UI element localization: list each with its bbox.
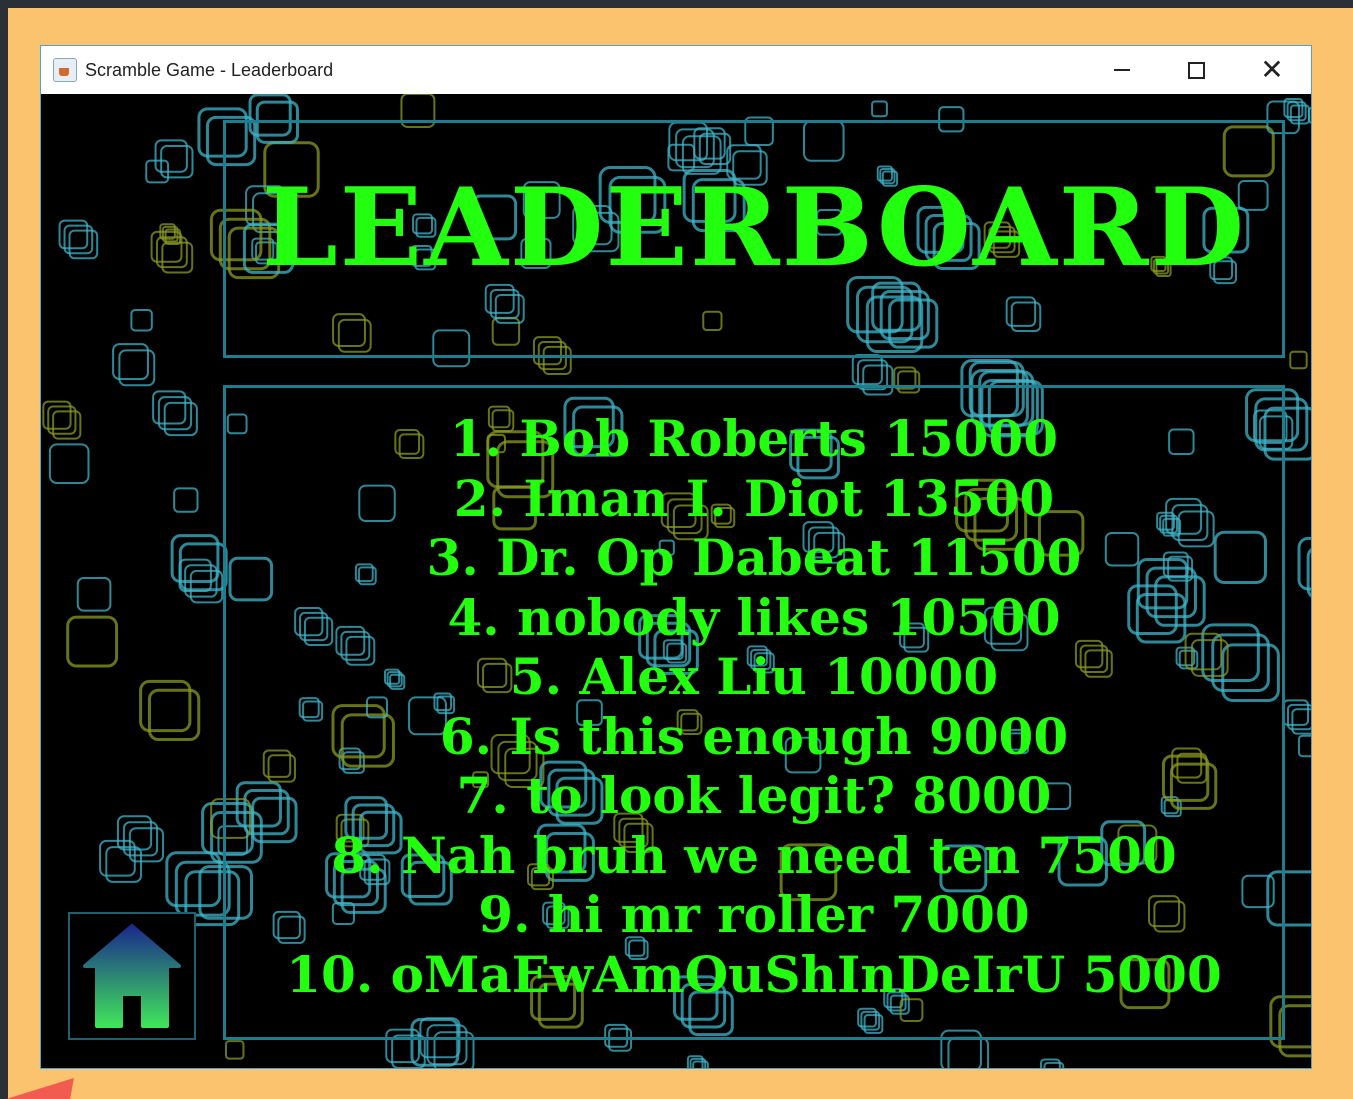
leaderboard-entry: 6. Is this enough 9000 [439,706,1069,766]
leaderboard-entry: 3. Dr. Op Dabeat 11500 [426,528,1082,587]
leaderboard-entry: 9. hi mr roller 7000 [478,885,1030,944]
decorative-square [165,851,222,908]
decorative-square [118,349,156,387]
close-button[interactable]: ✕ [1235,46,1309,94]
leaderboard-entry: 8. Nah bruh we need ten 7500 [331,825,1177,885]
decorative-square [130,309,153,332]
house-icon [83,924,181,1028]
window-title: Scramble Game - Leaderboard [85,59,334,80]
app-window: Scramble Game - Leaderboard ✕ LEADERBOAR… [40,45,1312,1069]
decorative-square [871,100,888,118]
leaderboard-entry: 1. Bob Roberts 15000 [449,409,1059,468]
decorative-square [947,1036,990,1068]
leaderboard-list: 1. Bob Roberts 15000 2. Iman I. Diot 135… [223,409,1285,1004]
decorative-square [1297,734,1311,758]
leaderboard-entry: 7. to look legit? 8000 [456,766,1052,825]
close-icon: ✕ [1260,53,1284,86]
minimize-icon [1114,69,1130,71]
decorative-square [112,343,149,380]
decorative-corner [6,1078,74,1099]
decorative-square [224,1040,245,1060]
decorative-square [76,577,112,612]
home-button[interactable] [68,912,196,1040]
decorative-square [1306,548,1311,598]
decorative-square [1289,350,1308,370]
leaderboard-entry: 5. Alex Liu 10000 [509,647,999,706]
leaderboard-entry: 10. oMaEwAmOuShInDeIrU 5000 [286,944,1222,1004]
maximize-icon [1187,61,1205,79]
minimize-button[interactable] [1085,46,1159,94]
decorative-square [66,615,119,668]
leaderboard-entry: 4. nobody likes 10500 [447,587,1061,647]
page-title: LEADERBOARD [261,165,1247,291]
title-bar[interactable]: Scramble Game - Leaderboard ✕ [41,46,1311,94]
leaderboard-entry: 2. Iman I. Diot 13500 [453,468,1055,528]
maximize-button[interactable] [1159,46,1233,94]
decorative-square [173,487,199,513]
java-app-icon [53,58,77,82]
decorative-square [48,443,90,485]
game-canvas: LEADERBOARD 1. Bob Roberts 15000 2. Iman… [41,94,1311,1068]
